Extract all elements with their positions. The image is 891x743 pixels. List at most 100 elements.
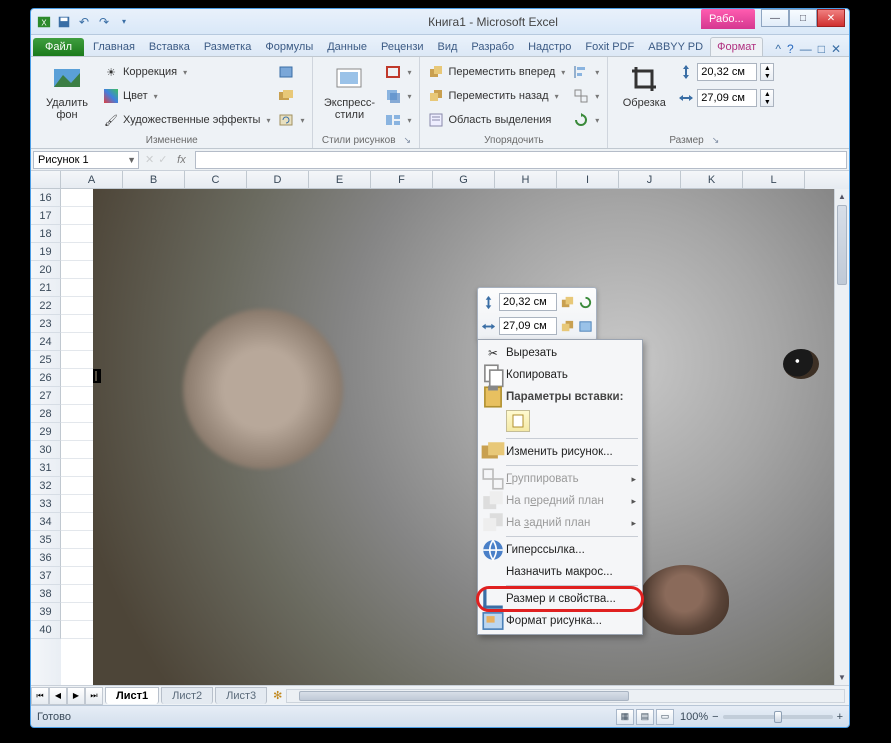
picture-effects-button[interactable]: ▾	[383, 85, 413, 107]
new-sheet-icon[interactable]: ✻	[273, 689, 282, 702]
close-button[interactable]: ✕	[817, 9, 845, 27]
grid[interactable]: 1617181920212223242526272829303132333435…	[31, 189, 849, 685]
inner-close-icon[interactable]: ✕	[831, 42, 841, 56]
row-header[interactable]: 23	[31, 315, 61, 333]
paste-option-picture[interactable]	[506, 410, 530, 432]
col-header[interactable]: H	[495, 171, 557, 189]
row-header[interactable]: 25	[31, 351, 61, 369]
picture-layout-button[interactable]: ▾	[383, 109, 413, 131]
tab-foxit[interactable]: Foxit PDF	[578, 37, 641, 56]
tab-view[interactable]: Вид	[431, 37, 465, 56]
row-header[interactable]: 37	[31, 567, 61, 585]
send-backward-button[interactable]: Переместить назад▾	[426, 85, 567, 107]
row-header[interactable]: 40	[31, 621, 61, 639]
crop-button[interactable]: Обрезка	[614, 61, 674, 109]
tab-developer[interactable]: Разрабо	[464, 37, 521, 56]
horizontal-scrollbar[interactable]	[286, 689, 845, 703]
menu-format-picture[interactable]: Формат рисунка...	[478, 610, 642, 632]
row-header[interactable]: 35	[31, 531, 61, 549]
fx-cancel-icon[interactable]: ✕	[145, 153, 154, 166]
width-stepper[interactable]: ▲▼	[760, 89, 774, 107]
menu-size-properties[interactable]: Размер и свойства...	[478, 588, 642, 610]
row-header[interactable]: 30	[31, 441, 61, 459]
undo-icon[interactable]: ↶	[75, 13, 93, 31]
minimize-button[interactable]: —	[761, 9, 789, 27]
mini-rotate-icon[interactable]	[578, 293, 593, 311]
sheet-tab-active[interactable]: Лист1	[105, 687, 159, 704]
formula-input[interactable]	[195, 151, 847, 169]
menu-copy[interactable]: Копировать	[478, 364, 642, 386]
remove-background-button[interactable]: Удалить фон	[37, 61, 97, 121]
tab-file[interactable]: Файл	[33, 38, 84, 56]
height-stepper[interactable]: ▲▼	[760, 63, 774, 81]
tab-data[interactable]: Данные	[320, 37, 374, 56]
col-header[interactable]: B	[123, 171, 185, 189]
row-header[interactable]: 19	[31, 243, 61, 261]
reset-picture-button[interactable]: ▾	[276, 109, 306, 131]
row-header[interactable]: 24	[31, 333, 61, 351]
color-button[interactable]: Цвет▾	[101, 85, 272, 107]
row-header[interactable]: 17	[31, 207, 61, 225]
height-input[interactable]	[697, 63, 757, 81]
maximize-button[interactable]: □	[789, 9, 817, 27]
menu-change-picture[interactable]: Изменить рисунок...	[478, 441, 642, 463]
row-header[interactable]: 38	[31, 585, 61, 603]
sheet-last-icon[interactable]: ⏭	[85, 687, 103, 705]
sheet-tab[interactable]: Лист2	[161, 687, 213, 704]
group-size-launcher-icon[interactable]: ↘	[712, 135, 720, 146]
col-header[interactable]: D	[247, 171, 309, 189]
row-header[interactable]: 27	[31, 387, 61, 405]
col-header[interactable]: C	[185, 171, 247, 189]
col-header[interactable]: I	[557, 171, 619, 189]
col-header[interactable]: A	[61, 171, 123, 189]
name-box-dropdown-icon[interactable]: ▼	[127, 155, 136, 165]
save-icon[interactable]	[55, 13, 73, 31]
express-styles-button[interactable]: Экспресс-стили	[319, 61, 379, 121]
hscroll-thumb[interactable]	[299, 691, 629, 701]
menu-hyperlink[interactable]: Гиперссылка...	[478, 539, 642, 561]
row-header[interactable]: 22	[31, 297, 61, 315]
row-header[interactable]: 20	[31, 261, 61, 279]
view-page-layout-icon[interactable]: ▤	[636, 709, 654, 725]
artistic-effects-button[interactable]: 🖌 Художественные эффекты▾	[101, 109, 272, 131]
row-header[interactable]: 32	[31, 477, 61, 495]
tab-addins[interactable]: Надстро	[521, 37, 578, 56]
tab-abbyy[interactable]: ABBYY PD	[641, 37, 710, 56]
row-header[interactable]: 18	[31, 225, 61, 243]
tab-layout[interactable]: Разметка	[197, 37, 259, 56]
fx-enter-icon[interactable]: ✓	[158, 153, 167, 166]
mini-height-input[interactable]	[499, 293, 557, 311]
zoom-out-icon[interactable]: −	[712, 711, 718, 723]
help-icon[interactable]: ?	[787, 42, 794, 56]
tab-home[interactable]: Главная	[86, 37, 142, 56]
fx-icon[interactable]: fx	[171, 154, 191, 166]
compress-pictures-button[interactable]	[276, 61, 306, 83]
sheet-next-icon[interactable]: ▶	[67, 687, 85, 705]
menu-assign-macro[interactable]: Назначить макрос...	[478, 561, 642, 583]
row-header[interactable]: 39	[31, 603, 61, 621]
row-header[interactable]: 29	[31, 423, 61, 441]
col-header[interactable]: J	[619, 171, 681, 189]
row-header[interactable]: 36	[31, 549, 61, 567]
inner-minimize-icon[interactable]: —	[800, 42, 812, 56]
mini-width-input[interactable]	[499, 317, 557, 335]
sheet-first-icon[interactable]: ⏮	[31, 687, 49, 705]
width-input[interactable]	[697, 89, 757, 107]
col-header[interactable]: L	[743, 171, 805, 189]
inner-restore-icon[interactable]: □	[818, 42, 825, 56]
row-header[interactable]: 26	[31, 369, 61, 387]
zoom-knob[interactable]	[774, 711, 782, 723]
rotate-button[interactable]: ▾	[571, 109, 601, 131]
selection-pane-button[interactable]: Область выделения	[426, 109, 567, 131]
sheet-prev-icon[interactable]: ◀	[49, 687, 67, 705]
sheet-tab[interactable]: Лист3	[215, 687, 267, 704]
group-objects-button[interactable]: ▾	[571, 85, 601, 107]
col-header[interactable]: F	[371, 171, 433, 189]
mini-styles-icon[interactable]	[578, 317, 593, 335]
select-all-corner[interactable]	[31, 171, 61, 189]
row-header[interactable]: 16	[31, 189, 61, 207]
view-normal-icon[interactable]: ▦	[616, 709, 634, 725]
group-launcher-icon[interactable]: ↘	[404, 135, 412, 146]
row-header[interactable]: 33	[31, 495, 61, 513]
vertical-scrollbar[interactable]: ▲ ▼	[834, 189, 849, 685]
